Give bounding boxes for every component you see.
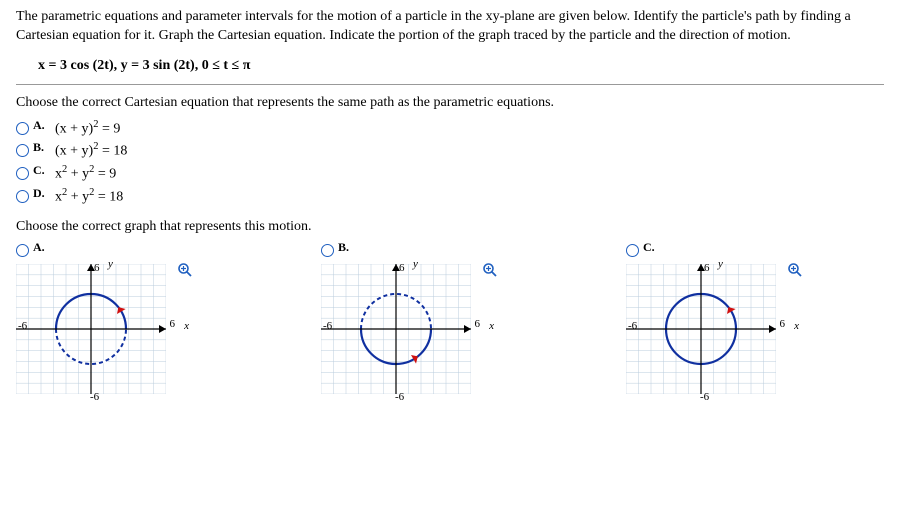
tick-top: 6 [399,262,405,274]
choice-letter: C. [33,163,51,178]
equation-choice[interactable]: D. x2 + y2 = 18 [16,187,884,206]
choice-letter: B. [338,240,356,255]
equation-choice[interactable]: A. (x + y)2 = 9 [16,119,884,138]
tick-right: 6 [475,318,481,330]
part2-prompt: Choose the correct graph that represents… [16,219,884,235]
graph-container: yx-666-6 [626,264,801,399]
zoom-icon[interactable] [482,262,498,278]
separator [16,84,884,85]
graph-plot [626,264,776,394]
radio-icon[interactable] [16,144,29,157]
choice-letter: A. [33,118,51,133]
y-axis-label: y [718,258,723,270]
parametric-equation: x = 3 cos (2t), y = 3 sin (2t), 0 ≤ t ≤ … [38,58,884,74]
part1-prompt: Choose the correct Cartesian equation th… [16,95,884,111]
choice-text: x2 + y2 = 9 [55,164,116,183]
tick-right: 6 [170,318,176,330]
x-axis-label: x [794,320,799,332]
choice-text: (x + y)2 = 18 [55,141,127,160]
choice-letter: C. [643,240,661,255]
graph-container: yx-666-6 [16,264,191,399]
x-axis-label: x [184,320,189,332]
graph-choice[interactable]: C.yx-666-6 [626,243,801,399]
choice-letter: D. [33,186,51,201]
equation-choice[interactable]: C. x2 + y2 = 9 [16,164,884,183]
tick-top: 6 [704,262,710,274]
choice-letter: B. [33,140,51,155]
tick-left: -6 [18,320,27,332]
graph-container: yx-666-6 [321,264,496,399]
choice-letter: A. [33,240,51,255]
tick-bottom: -6 [90,391,99,403]
y-axis-label: y [413,258,418,270]
tick-bottom: -6 [395,391,404,403]
choice-text: (x + y)2 = 9 [55,119,120,138]
choice-text: x2 + y2 = 18 [55,187,123,206]
radio-icon[interactable] [626,244,639,257]
x-axis-label: x [489,320,494,332]
graph-plot [16,264,166,394]
tick-top: 6 [94,262,100,274]
question-intro: The parametric equations and parameter i… [16,8,884,46]
equation-choice[interactable]: B. (x + y)2 = 18 [16,141,884,160]
radio-icon[interactable] [16,122,29,135]
tick-left: -6 [323,320,332,332]
graph-choices: A.yx-666-6B.yx-666-6C.yx-666-6 [16,243,884,399]
radio-icon[interactable] [321,244,334,257]
graph-choice[interactable]: A.yx-666-6 [16,243,191,399]
tick-right: 6 [780,318,786,330]
zoom-icon[interactable] [787,262,803,278]
radio-icon[interactable] [16,244,29,257]
zoom-icon[interactable] [177,262,193,278]
radio-icon[interactable] [16,167,29,180]
y-axis-label: y [108,258,113,270]
tick-bottom: -6 [700,391,709,403]
radio-icon[interactable] [16,190,29,203]
equation-choices: A. (x + y)2 = 9 B. (x + y)2 = 18 C. x2 + y2 =… [16,119,884,206]
tick-left: -6 [628,320,637,332]
graph-choice[interactable]: B.yx-666-6 [321,243,496,399]
graph-plot [321,264,471,394]
